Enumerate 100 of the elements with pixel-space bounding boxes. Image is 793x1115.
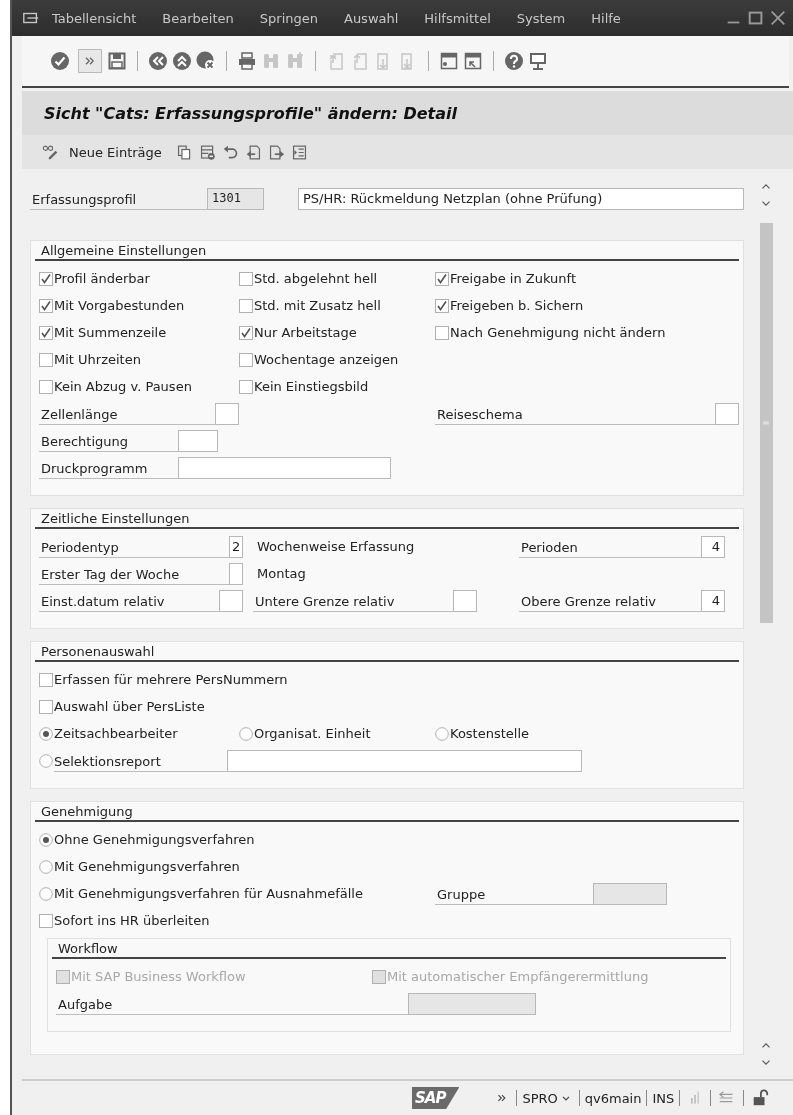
menu-item[interactable]: Hilfsmittel — [424, 10, 491, 26]
checkbox[interactable] — [435, 298, 449, 313]
input-field[interactable] — [178, 456, 391, 479]
up-arrows-icon[interactable] — [172, 51, 192, 71]
input-field[interactable] — [229, 562, 243, 585]
checkbox[interactable] — [239, 271, 253, 286]
radio-button[interactable] — [39, 726, 53, 741]
checkbox[interactable] — [435, 271, 449, 286]
input-field[interactable]: 4 — [701, 535, 725, 558]
sap-logo: SAP — [412, 1087, 460, 1109]
radio-button[interactable] — [435, 726, 449, 741]
grip-icon — [761, 418, 771, 428]
field-label: Aufgabe — [56, 996, 408, 1015]
glasses-pencil-icon[interactable] — [42, 143, 59, 161]
radio-button[interactable] — [39, 832, 53, 847]
checkbox[interactable] — [39, 325, 53, 340]
checkbox-label: Mit Uhrzeiten — [54, 352, 141, 367]
checkbox[interactable] — [39, 271, 53, 286]
delete-rows-icon[interactable] — [198, 143, 216, 161]
input-field[interactable] — [178, 429, 218, 452]
input-field[interactable] — [219, 589, 243, 612]
radio-label: Ohne Genehmigungsverfahren — [54, 832, 255, 847]
radio-button[interactable] — [39, 753, 53, 768]
checkbox-label: Erfassen für mehrere PersNummern — [54, 672, 288, 687]
input-field[interactable] — [215, 402, 239, 425]
monitor-icon[interactable] — [528, 51, 548, 71]
checkbox-label: Nach Genehmigung nicht ändern — [450, 325, 666, 340]
printer-icon[interactable] — [237, 51, 257, 71]
screen-title: Sicht "Cats: Erfassungsprofile" ändern: Detail — [44, 103, 457, 123]
maximize-icon[interactable] — [747, 9, 765, 27]
shortcut-icon[interactable] — [463, 51, 483, 71]
info-text: Wochenweise Erfassung — [256, 539, 416, 554]
checkbox-label: Freigeben b. Sichern — [450, 298, 584, 313]
input-field[interactable]: 4 — [701, 589, 725, 612]
checkbox[interactable] — [435, 325, 449, 340]
field-label: Zellenlänge — [39, 406, 215, 425]
menu-item[interactable]: Tabellensicht — [52, 10, 137, 26]
radio-label: Zeitsachbearbeiter — [54, 726, 178, 741]
radio-label: Mit Genehmigungsverfahren — [54, 859, 240, 874]
radio-label: Mit Genehmigungsverfahren für Ausnahmefälle — [54, 886, 363, 901]
field-label: Untere Grenze relativ — [253, 593, 453, 612]
field-label: Erfassungsprofil — [30, 192, 207, 210]
copy-icon[interactable] — [175, 143, 193, 161]
group-title: Zeitliche Einstellungen — [35, 509, 739, 529]
system-name: qv6main — [584, 1090, 642, 1106]
input-field[interactable] — [453, 589, 477, 612]
checkbox[interactable] — [39, 913, 53, 928]
unlocked-padlock-icon[interactable] — [751, 1089, 770, 1107]
new-entries-button[interactable]: Neue Einträge — [65, 142, 166, 162]
next-entry-icon[interactable] — [267, 143, 285, 161]
checkbox[interactable] — [239, 352, 253, 367]
select-block-icon[interactable] — [290, 143, 308, 161]
input-field[interactable] — [715, 402, 739, 425]
radio-label: Kostenstelle — [450, 726, 530, 741]
field-label: Reiseschema — [435, 406, 715, 425]
radio-button[interactable] — [39, 886, 53, 901]
input-field[interactable]: 2 — [229, 535, 243, 558]
checkbox[interactable] — [39, 379, 53, 394]
description-field[interactable]: PS/HR: Rückmeldung Netzplan (ohne Prüfung) — [298, 188, 744, 210]
close-icon[interactable] — [769, 9, 787, 27]
field-label: Erster Tag der Woche — [39, 566, 229, 585]
menu-item[interactable]: System — [516, 10, 566, 26]
checkbox[interactable] — [239, 325, 253, 340]
menu-item[interactable]: Hilfe — [591, 10, 621, 26]
checkbox[interactable] — [239, 379, 253, 394]
radio-button[interactable] — [239, 726, 253, 741]
menu-item[interactable]: Springen — [259, 10, 318, 26]
checkbox-label: Auswahl über PersListe — [54, 699, 205, 714]
scrollbar-thumb[interactable] — [759, 223, 773, 623]
radio-button[interactable] — [39, 859, 53, 874]
radio-label: Organisat. Einheit — [254, 726, 371, 741]
checkbox[interactable] — [39, 672, 53, 687]
checkbox[interactable] — [39, 352, 53, 367]
checkbox-label: Profil änderbar — [54, 271, 150, 286]
previous-entry-icon[interactable] — [244, 143, 262, 161]
checkbox-label: Wochentage anzeigen — [254, 352, 399, 367]
checkbox[interactable] — [39, 699, 53, 714]
checkbox-label: Mit Vorgabestunden — [54, 298, 185, 313]
input-field[interactable] — [226, 749, 582, 772]
group-title: Personenauswahl — [35, 642, 739, 662]
check-circle-icon[interactable] — [50, 51, 70, 71]
input-mode[interactable]: INS — [652, 1090, 675, 1106]
expand-button[interactable] — [78, 49, 102, 73]
transaction-code[interactable]: SPRO — [522, 1090, 558, 1106]
info-text: Montag — [256, 566, 307, 581]
undo-icon[interactable] — [221, 143, 239, 161]
help-icon[interactable] — [504, 51, 524, 71]
checkbox[interactable] — [39, 298, 53, 313]
checkbox-label: Mit SAP Business Workflow — [71, 969, 246, 984]
radio-label: Selektionsreport — [54, 753, 161, 772]
checkbox-label: Freigabe in Zukunft — [450, 271, 576, 286]
menu-item[interactable]: Bearbeiten — [162, 10, 234, 26]
group-title: Workflow — [52, 939, 726, 959]
back-icon[interactable] — [148, 51, 168, 71]
checkbox[interactable] — [239, 298, 253, 313]
checkbox-label: Std. mit Zusatz hell — [254, 298, 381, 313]
menu-item[interactable]: Auswahl — [344, 10, 399, 26]
cancel-icon[interactable] — [196, 51, 216, 71]
window-layout-icon[interactable] — [439, 51, 459, 71]
profile-number-field[interactable]: 1301 — [207, 188, 264, 210]
